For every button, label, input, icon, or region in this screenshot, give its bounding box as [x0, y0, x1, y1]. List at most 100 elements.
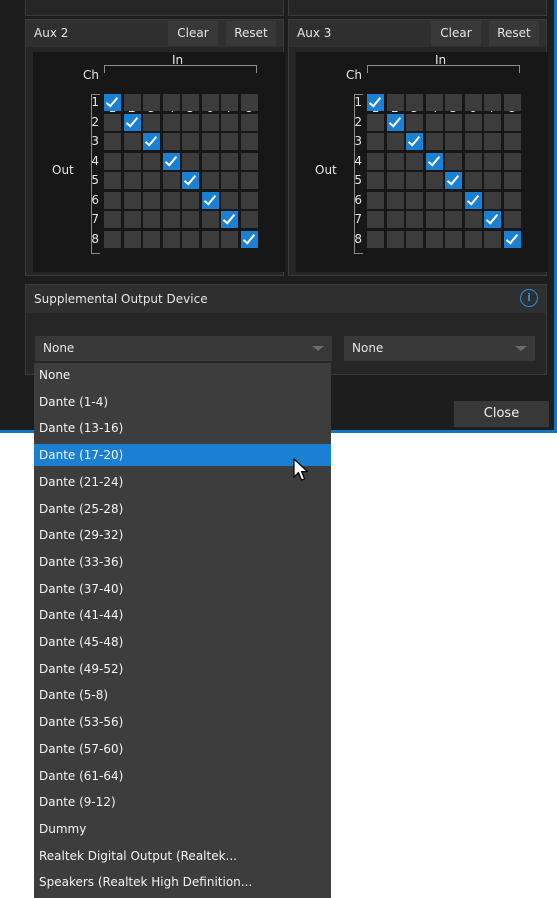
dropdown-option[interactable]: Dante (53-56)	[34, 711, 331, 733]
routing-cell[interactable]	[484, 113, 501, 131]
supplemental-device-select-1[interactable]: None	[35, 336, 332, 361]
routing-cell-checked[interactable]	[123, 113, 141, 131]
dropdown-option[interactable]: Dante (41-44)	[34, 604, 331, 626]
routing-cell-checked[interactable]	[503, 230, 521, 248]
routing-cell[interactable]	[182, 133, 199, 150]
routing-cell[interactable]	[406, 230, 423, 248]
routing-cell[interactable]	[406, 191, 423, 209]
routing-cell[interactable]	[464, 152, 482, 170]
dropdown-option[interactable]: Realtek Digital Output (Realtek...	[34, 845, 331, 867]
routing-cell[interactable]	[143, 113, 160, 131]
routing-cell[interactable]	[425, 172, 443, 189]
dropdown-option[interactable]: Dante (21-24)	[34, 471, 331, 493]
supplemental-device-select-2[interactable]: None	[344, 336, 535, 361]
routing-cell[interactable]	[406, 94, 423, 111]
routing-cell[interactable]	[367, 230, 384, 248]
aux2-reset-button[interactable]: Reset	[226, 21, 276, 46]
routing-cell[interactable]	[425, 133, 443, 150]
routing-cell[interactable]	[162, 191, 180, 209]
routing-cell[interactable]	[464, 230, 482, 248]
routing-cell[interactable]	[123, 152, 141, 170]
dropdown-option[interactable]: Dummy	[34, 818, 331, 840]
routing-cell[interactable]	[201, 113, 219, 131]
routing-cell[interactable]	[143, 211, 160, 228]
routing-cell[interactable]	[386, 94, 404, 111]
routing-cell[interactable]	[162, 172, 180, 189]
routing-cell[interactable]	[143, 94, 160, 111]
routing-cell[interactable]	[445, 230, 462, 248]
routing-cell[interactable]	[104, 152, 121, 170]
routing-cell[interactable]	[445, 113, 462, 131]
routing-cell[interactable]	[221, 113, 238, 131]
routing-cell[interactable]	[123, 211, 141, 228]
routing-cell[interactable]	[503, 133, 521, 150]
routing-cell[interactable]	[104, 211, 121, 228]
routing-cell[interactable]	[503, 94, 521, 111]
dropdown-option[interactable]: None	[34, 364, 331, 386]
routing-cell[interactable]	[162, 230, 180, 248]
routing-cell[interactable]	[503, 211, 521, 228]
routing-cell[interactable]	[406, 211, 423, 228]
routing-cell[interactable]	[240, 113, 258, 131]
routing-cell[interactable]	[367, 113, 384, 131]
dropdown-option[interactable]: Dante (45-48)	[34, 631, 331, 653]
routing-cell[interactable]	[445, 94, 462, 111]
routing-cell[interactable]	[425, 113, 443, 131]
routing-cell[interactable]	[240, 191, 258, 209]
routing-cell[interactable]	[503, 172, 521, 189]
routing-cell[interactable]	[123, 94, 141, 111]
dropdown-option[interactable]: Speakers (Realtek High Definition...	[34, 871, 331, 893]
routing-cell[interactable]	[464, 94, 482, 111]
routing-cell[interactable]	[240, 94, 258, 111]
dropdown-option[interactable]: Dante (61-64)	[34, 765, 331, 787]
routing-cell[interactable]	[445, 152, 462, 170]
routing-cell[interactable]	[143, 172, 160, 189]
routing-cell-checked[interactable]	[367, 94, 384, 111]
routing-cell[interactable]	[104, 172, 121, 189]
routing-cell-checked[interactable]	[406, 133, 423, 150]
routing-cell[interactable]	[425, 211, 443, 228]
routing-cell[interactable]	[104, 133, 121, 150]
close-button[interactable]: Close	[454, 401, 549, 427]
routing-cell[interactable]	[162, 113, 180, 131]
routing-cell[interactable]	[386, 133, 404, 150]
routing-cell-checked[interactable]	[221, 211, 238, 228]
routing-cell[interactable]	[445, 133, 462, 150]
routing-cell[interactable]	[201, 230, 219, 248]
routing-cell[interactable]	[425, 230, 443, 248]
routing-cell[interactable]	[104, 191, 121, 209]
routing-cell[interactable]	[221, 172, 238, 189]
routing-cell[interactable]	[104, 113, 121, 131]
routing-cell[interactable]	[240, 172, 258, 189]
routing-cell[interactable]	[484, 230, 501, 248]
routing-cell[interactable]	[445, 211, 462, 228]
routing-cell[interactable]	[182, 230, 199, 248]
routing-cell[interactable]	[123, 172, 141, 189]
routing-cell[interactable]	[221, 133, 238, 150]
routing-cell[interactable]	[367, 133, 384, 150]
routing-cell[interactable]	[386, 191, 404, 209]
routing-cell[interactable]	[367, 211, 384, 228]
routing-cell[interactable]	[143, 191, 160, 209]
routing-cell[interactable]	[201, 172, 219, 189]
routing-cell[interactable]	[143, 152, 160, 170]
routing-cell[interactable]	[367, 191, 384, 209]
info-icon[interactable]: i	[520, 289, 538, 307]
dropdown-option[interactable]: Dante (57-60)	[34, 738, 331, 760]
routing-cell[interactable]	[367, 172, 384, 189]
routing-cell[interactable]	[123, 133, 141, 150]
routing-cell[interactable]	[464, 133, 482, 150]
routing-cell[interactable]	[503, 113, 521, 131]
dropdown-option[interactable]: Dante (33-36)	[34, 551, 331, 573]
routing-cell[interactable]	[221, 191, 238, 209]
routing-cell[interactable]	[464, 211, 482, 228]
routing-cell-checked[interactable]	[201, 191, 219, 209]
dropdown-option[interactable]: Dante (13-16)	[34, 417, 331, 439]
routing-cell[interactable]	[201, 211, 219, 228]
routing-cell[interactable]	[406, 113, 423, 131]
routing-cell-checked[interactable]	[182, 172, 199, 189]
dropdown-option[interactable]: Dante (49-52)	[34, 658, 331, 680]
routing-cell[interactable]	[240, 133, 258, 150]
dropdown-option[interactable]: Dante (17-20)	[34, 444, 331, 467]
aux3-clear-button[interactable]: Clear	[431, 21, 481, 46]
